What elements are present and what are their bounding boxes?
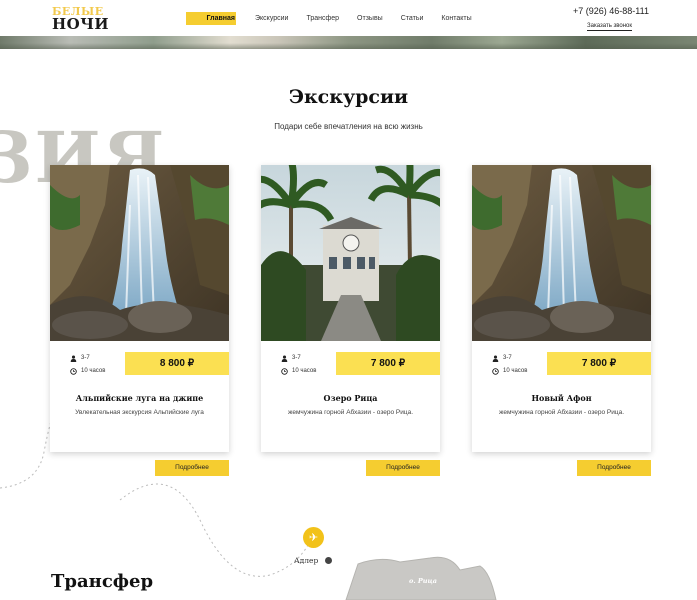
people-count: 3-7 — [292, 355, 301, 361]
person-icon — [492, 355, 499, 362]
price-badge: 8 800 ₽ — [125, 352, 229, 375]
duration: 10 часов — [292, 368, 317, 374]
nav-item-articles[interactable]: Статьи — [401, 12, 424, 25]
price-badge: 7 800 ₽ — [336, 352, 440, 375]
excursion-card[interactable]: 3-7 10 часов 7 800 ₽ Озеро Рица жемчужин… — [261, 165, 440, 452]
card-description: жемчужина горной Абхазии - озеро Рица. — [287, 409, 414, 416]
duration: 10 часов — [81, 368, 106, 374]
section-subtitle: Подари себе впечатления на всю жизнь — [274, 122, 423, 131]
section-title-excursions: Экскурсии — [288, 86, 409, 108]
card-description: Увлекательная экскурсия Альпийские луга — [75, 409, 204, 416]
hero-image-strip — [0, 35, 697, 49]
nav-item-transfer[interactable]: Трансфер — [306, 12, 339, 25]
details-button[interactable]: Подробнее — [155, 460, 229, 476]
excursion-card[interactable]: 3-7 10 часов 8 800 ₽ Альпийские луга на … — [50, 165, 229, 452]
details-button[interactable]: Подробнее — [366, 460, 440, 476]
map-point-adler — [325, 557, 332, 564]
section-title-transfer: Трансфер — [51, 571, 154, 592]
logo-line2: НОЧИ — [52, 15, 110, 33]
person-icon — [70, 355, 77, 362]
card-description: жемчужина горной Абхазии - озеро Рица. — [498, 409, 625, 416]
card-meta: 3-7 10 часов — [70, 352, 105, 378]
card-image-palms[interactable] — [261, 165, 440, 341]
people-count: 3-7 — [503, 355, 512, 361]
airplane-icon: ✈ — [303, 527, 324, 548]
nav-item-excursions[interactable]: Экскурсии — [255, 12, 288, 25]
map-label-ritsa: о. Рица — [409, 577, 437, 585]
duration: 10 часов — [503, 368, 528, 374]
details-button[interactable]: Подробнее — [577, 460, 651, 476]
card-image-waterfall[interactable] — [50, 165, 229, 341]
clock-icon — [492, 368, 499, 375]
nav-item-main[interactable]: Главная — [186, 12, 236, 25]
region-map — [345, 556, 497, 600]
price-badge: 7 800 ₽ — [547, 352, 651, 375]
main-nav: Главная Экскурсии Трансфер Отзывы Статьи… — [186, 12, 490, 25]
people-count: 3-7 — [81, 355, 90, 361]
clock-icon — [281, 368, 288, 375]
card-meta: 3-7 10 часов — [281, 352, 316, 378]
person-icon — [281, 355, 288, 362]
card-title[interactable]: Новый Афон — [482, 393, 641, 403]
nav-item-contacts[interactable]: Контакты — [441, 12, 471, 25]
excursion-card[interactable]: 3-7 10 часов 7 800 ₽ Новый Афон жемчужин… — [472, 165, 651, 452]
card-meta: 3-7 10 часов — [492, 352, 527, 378]
clock-icon — [70, 368, 77, 375]
map-label-adler: Адлер — [294, 556, 319, 565]
phone-number[interactable]: +7 (926) 46-88-111 — [573, 6, 649, 16]
site-header: БЕЛЫЕ НОЧИ Главная Экскурсии Трансфер От… — [0, 0, 697, 36]
logo[interactable]: БЕЛЫЕ НОЧИ — [52, 5, 110, 33]
card-title[interactable]: Озеро Рица — [271, 393, 430, 403]
card-title[interactable]: Альпийские луга на джипе — [60, 393, 219, 403]
card-image-waterfall[interactable] — [472, 165, 651, 341]
callback-link[interactable]: Заказать звонок — [587, 22, 632, 31]
nav-item-reviews[interactable]: Отзывы — [357, 12, 383, 25]
